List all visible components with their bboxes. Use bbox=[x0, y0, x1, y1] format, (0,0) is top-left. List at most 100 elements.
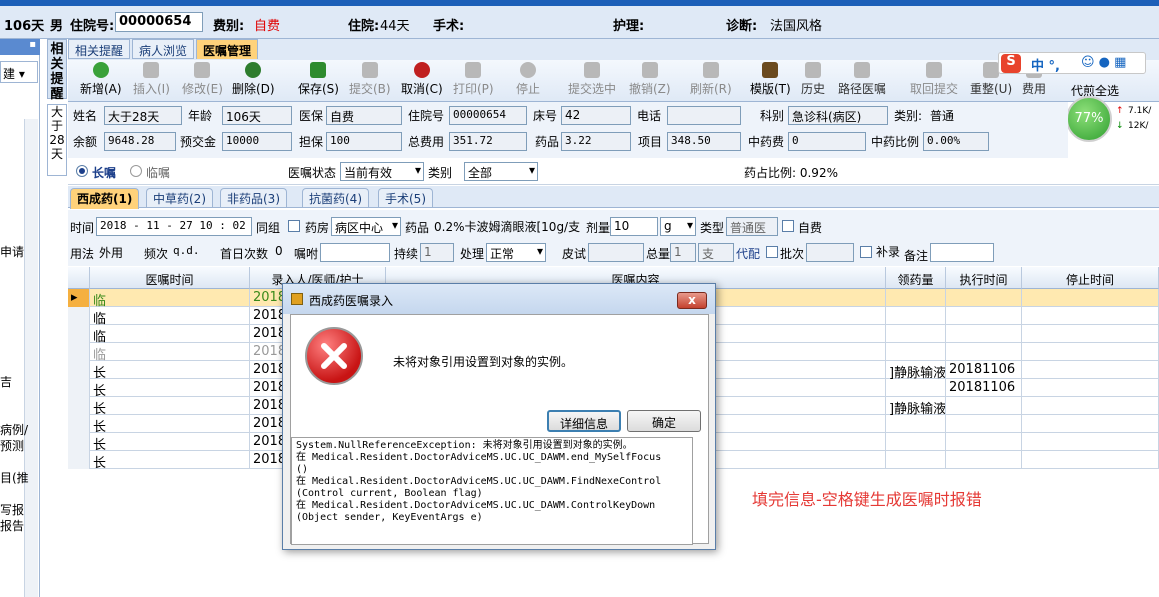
bed-field[interactable]: 42 bbox=[561, 106, 631, 125]
undo-icon bbox=[413, 62, 430, 78]
pharmacy-checkbox[interactable] bbox=[288, 220, 300, 232]
cancel-label: 取消(C) bbox=[401, 82, 443, 96]
insurance-field[interactable]: 自费 bbox=[326, 106, 402, 125]
tab-reminder[interactable]: 相关提醒 bbox=[68, 39, 131, 59]
close-button[interactable]: x bbox=[677, 292, 707, 309]
download-speed: 12K/ bbox=[1128, 121, 1149, 131]
error-message: 未将对象引用设置到对象的实例。 bbox=[393, 355, 574, 369]
freq-label: 频次 bbox=[144, 247, 169, 261]
tcm-ratio-field[interactable]: 0.00% bbox=[923, 132, 989, 151]
phone-field[interactable] bbox=[667, 106, 741, 125]
path-order-label: 路径医嘱 bbox=[838, 82, 887, 96]
tab-surgery[interactable]: 手术(5) bbox=[378, 188, 433, 207]
left-combo[interactable]: 建 ▾ bbox=[0, 61, 38, 83]
patient-gender: 男 bbox=[50, 19, 64, 34]
temp-order-radio[interactable] bbox=[130, 165, 142, 177]
tab-non-drug[interactable]: 非药品(3) bbox=[220, 188, 287, 207]
edit-button[interactable]: 修改(E) bbox=[182, 62, 223, 97]
history-label: 历史 bbox=[801, 82, 826, 96]
unit-select[interactable]: g ▾ bbox=[660, 217, 696, 236]
header-exec-time[interactable]: 执行时间 bbox=[946, 267, 1022, 289]
top-tabs: 相关提醒 病人浏览 医嘱管理 bbox=[68, 39, 1159, 60]
submit-button[interactable]: 提交(B) bbox=[349, 62, 391, 97]
deposit-field[interactable]: 10000 bbox=[222, 132, 292, 151]
remark-field[interactable] bbox=[930, 243, 994, 262]
print-button[interactable]: 打印(P) bbox=[453, 62, 494, 97]
add-button[interactable]: 新增(A) bbox=[80, 62, 122, 97]
freq-field[interactable]: q.d. bbox=[170, 243, 216, 262]
exception-details[interactable]: System.NullReferenceException: 未将对象引用设置到… bbox=[291, 437, 693, 545]
status-select[interactable]: 当前有效 ▾ bbox=[340, 162, 424, 181]
usage-field[interactable]: 外用 bbox=[96, 243, 136, 262]
time-field[interactable]: 2018 - 11 - 27 10 : 02 bbox=[96, 217, 252, 236]
row-indicator bbox=[68, 397, 90, 415]
tab-patient-browse[interactable]: 病人浏览 bbox=[132, 39, 195, 59]
delete-button[interactable]: 删除(D) bbox=[232, 62, 275, 97]
process-select[interactable]: 正常 ▾ bbox=[486, 243, 546, 262]
entrust-field[interactable] bbox=[320, 243, 390, 262]
ok-button[interactable]: 确定 bbox=[627, 410, 701, 432]
age-field[interactable]: 106天 bbox=[222, 106, 292, 125]
self-pay-checkbox[interactable] bbox=[782, 220, 794, 232]
name-field[interactable]: 大于28天 bbox=[104, 106, 182, 125]
retrieve-button[interactable]: 取回提交 bbox=[910, 62, 958, 97]
type-select[interactable]: 普通医 bbox=[726, 217, 778, 236]
pharmacy-select[interactable]: 病区中心 ▾ bbox=[331, 217, 401, 236]
dialog-titlebar[interactable]: 西成药医嘱录入 x bbox=[283, 284, 715, 314]
dose-field[interactable]: 10 bbox=[610, 217, 658, 236]
tcm-fee-field[interactable]: 0 bbox=[788, 132, 866, 151]
pin-icon[interactable]: ▪ bbox=[0, 39, 40, 55]
long-order-radio[interactable] bbox=[76, 165, 88, 177]
save-button[interactable]: 保存(S) bbox=[298, 62, 339, 97]
supplement-checkbox[interactable] bbox=[860, 246, 872, 258]
order-exec-time bbox=[946, 451, 1022, 469]
balance-field[interactable]: 9648.28 bbox=[104, 132, 176, 151]
process-label: 处理 bbox=[460, 247, 485, 261]
total-fee-field[interactable]: 351.72 bbox=[449, 132, 527, 151]
header-time[interactable]: 医嘱时间 bbox=[90, 267, 250, 289]
revoke-button[interactable]: 撤销(Z) bbox=[629, 62, 671, 97]
template-button[interactable]: 模版(T) bbox=[750, 62, 791, 97]
duration-spinner[interactable]: 1 bbox=[420, 243, 454, 262]
stop-button[interactable]: 停止 bbox=[516, 62, 540, 97]
path-order-button[interactable]: 路径医嘱 bbox=[838, 62, 886, 97]
batch-checkbox[interactable] bbox=[766, 246, 778, 258]
category-select[interactable]: 全部 ▾ bbox=[464, 162, 538, 181]
delete-icon bbox=[245, 62, 262, 78]
insert-button[interactable]: 插入(I) bbox=[133, 62, 170, 97]
cancel-button[interactable]: 取消(C) bbox=[401, 62, 443, 97]
drug-fee-label: 药品 bbox=[535, 135, 560, 149]
drug-field[interactable]: 0.2%卡波姆滴眼液[10g/支] bbox=[431, 217, 581, 236]
inpatient-no-field[interactable]: 00000654 bbox=[449, 106, 527, 125]
skin-test-field[interactable] bbox=[588, 243, 644, 262]
surgery-label: 手术: bbox=[433, 19, 465, 34]
order-exec-time bbox=[946, 325, 1022, 343]
dept-field[interactable]: 急诊科(病区) bbox=[788, 106, 888, 125]
header-quantity[interactable]: 领药量 bbox=[886, 267, 946, 289]
tab-herbal-drug[interactable]: 中草药(2) bbox=[146, 188, 213, 207]
vertical-tab-reminder[interactable]: 相关提醒 bbox=[47, 39, 67, 102]
save-label: 保存(S) bbox=[298, 82, 339, 96]
item-fee-field[interactable]: 348.50 bbox=[667, 132, 741, 151]
vertical-tab-age[interactable]: 大于28天 bbox=[47, 104, 67, 176]
fee-value: 自费 bbox=[254, 19, 281, 34]
first-day-field[interactable]: 0 bbox=[272, 243, 294, 262]
row-indicator bbox=[68, 307, 90, 325]
tab-order-management[interactable]: 医嘱管理 bbox=[196, 39, 259, 59]
tab-western-drug[interactable]: 西成药(1) bbox=[70, 188, 140, 209]
submit-selected-button[interactable]: 提交选中 bbox=[568, 62, 616, 97]
ime-bar[interactable]: S 中 °, ☺ ● ▦ bbox=[998, 52, 1146, 74]
drug-fee-field[interactable]: 3.22 bbox=[561, 132, 631, 151]
batch-field[interactable] bbox=[806, 243, 854, 262]
tab-antibiotic[interactable]: 抗菌药(4) bbox=[302, 188, 369, 207]
total-field[interactable]: 1 bbox=[670, 243, 696, 262]
history-button[interactable]: 历史 bbox=[801, 62, 825, 97]
details-button[interactable]: 详细信息 bbox=[547, 410, 621, 432]
dose-label: 剂量 bbox=[586, 221, 611, 235]
refresh-button[interactable]: 刷新(R) bbox=[690, 62, 732, 97]
row-indicator bbox=[68, 379, 90, 397]
header-stop-time[interactable]: 停止时间 bbox=[1022, 267, 1159, 289]
row-indicator: ▸ bbox=[68, 289, 90, 307]
total-unit-select[interactable]: 支 bbox=[698, 243, 734, 262]
guarantee-field[interactable]: 100 bbox=[326, 132, 402, 151]
